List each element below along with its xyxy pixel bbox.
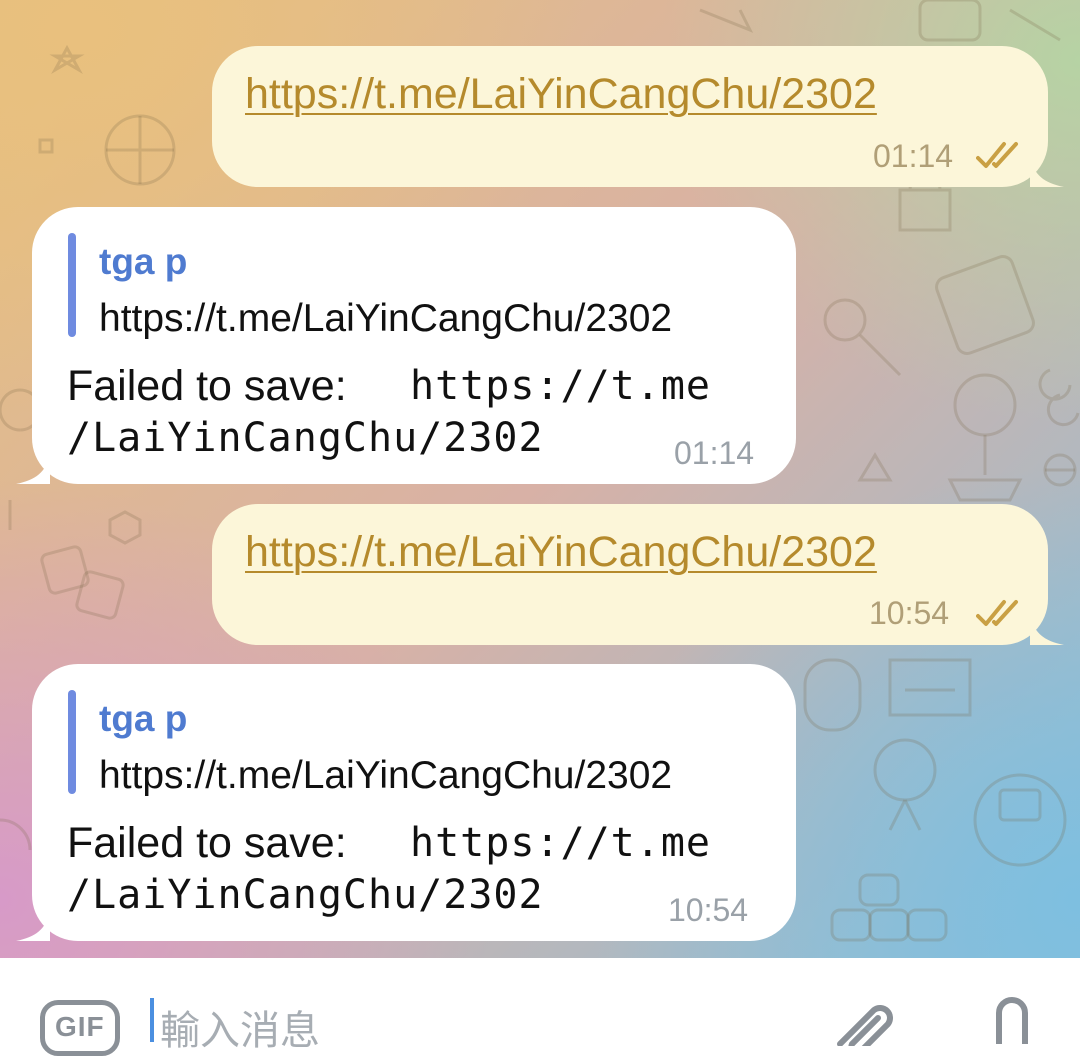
- outgoing-message-1[interactable]: https://t.me/LaiYinCangChu/2302 01:14: [212, 46, 1064, 187]
- outgoing-message-2[interactable]: https://t.me/LaiYinCangChu/2302 10:54: [212, 504, 1064, 645]
- message-code-line-1[interactable]: https://t.me: [410, 820, 711, 866]
- message-link[interactable]: https://t.me/LaiYinCangChu/2302: [245, 528, 877, 577]
- bubble-tail: [16, 454, 50, 484]
- message-code-line-2[interactable]: /LaiYinCangChu/2302: [67, 415, 544, 461]
- bubble-tail: [16, 911, 50, 941]
- reply-quote-bar: [68, 233, 76, 337]
- message-time: 01:14: [674, 435, 755, 471]
- message-text-prefix: Failed to save:: [67, 362, 347, 410]
- text-caret: [150, 998, 154, 1042]
- microphone-icon[interactable]: [985, 994, 1039, 1044]
- paperclip-icon[interactable]: [832, 996, 902, 1046]
- message-time: 10:54: [869, 595, 950, 631]
- message-input[interactable]: 輸入消息: [160, 998, 320, 1056]
- message-time: 10:54: [668, 892, 749, 928]
- bubble-tail: [1030, 157, 1064, 187]
- double-check-icon: [976, 142, 1018, 168]
- reply-quote-text[interactable]: https://t.me/LaiYinCangChu/2302: [99, 754, 672, 798]
- gif-button[interactable]: GIF: [40, 1000, 120, 1056]
- bubble-tail: [1030, 615, 1064, 645]
- reply-quote-author[interactable]: tga p: [99, 241, 187, 283]
- reply-quote-author[interactable]: tga p: [99, 698, 187, 740]
- incoming-message-2[interactable]: tga p https://t.me/LaiYinCangChu/2302 Fa…: [16, 664, 796, 941]
- message-code-line-1[interactable]: https://t.me: [410, 363, 711, 409]
- reply-quote-bar: [68, 690, 76, 794]
- reply-quote-text[interactable]: https://t.me/LaiYinCangChu/2302: [99, 297, 672, 341]
- message-code-line-2[interactable]: /LaiYinCangChu/2302: [67, 872, 544, 918]
- message-input-bar: GIF 輸入消息: [0, 958, 1080, 1056]
- message-text-prefix: Failed to save:: [67, 819, 347, 867]
- message-time: 01:14: [873, 138, 954, 174]
- message-link[interactable]: https://t.me/LaiYinCangChu/2302: [245, 70, 877, 119]
- gif-label: GIF: [55, 1011, 105, 1042]
- chat-background: https://t.me/LaiYinCangChu/2302 01:14 tg…: [0, 0, 1080, 958]
- incoming-message-1[interactable]: tga p https://t.me/LaiYinCangChu/2302 Fa…: [16, 207, 796, 484]
- double-check-icon: [976, 600, 1018, 626]
